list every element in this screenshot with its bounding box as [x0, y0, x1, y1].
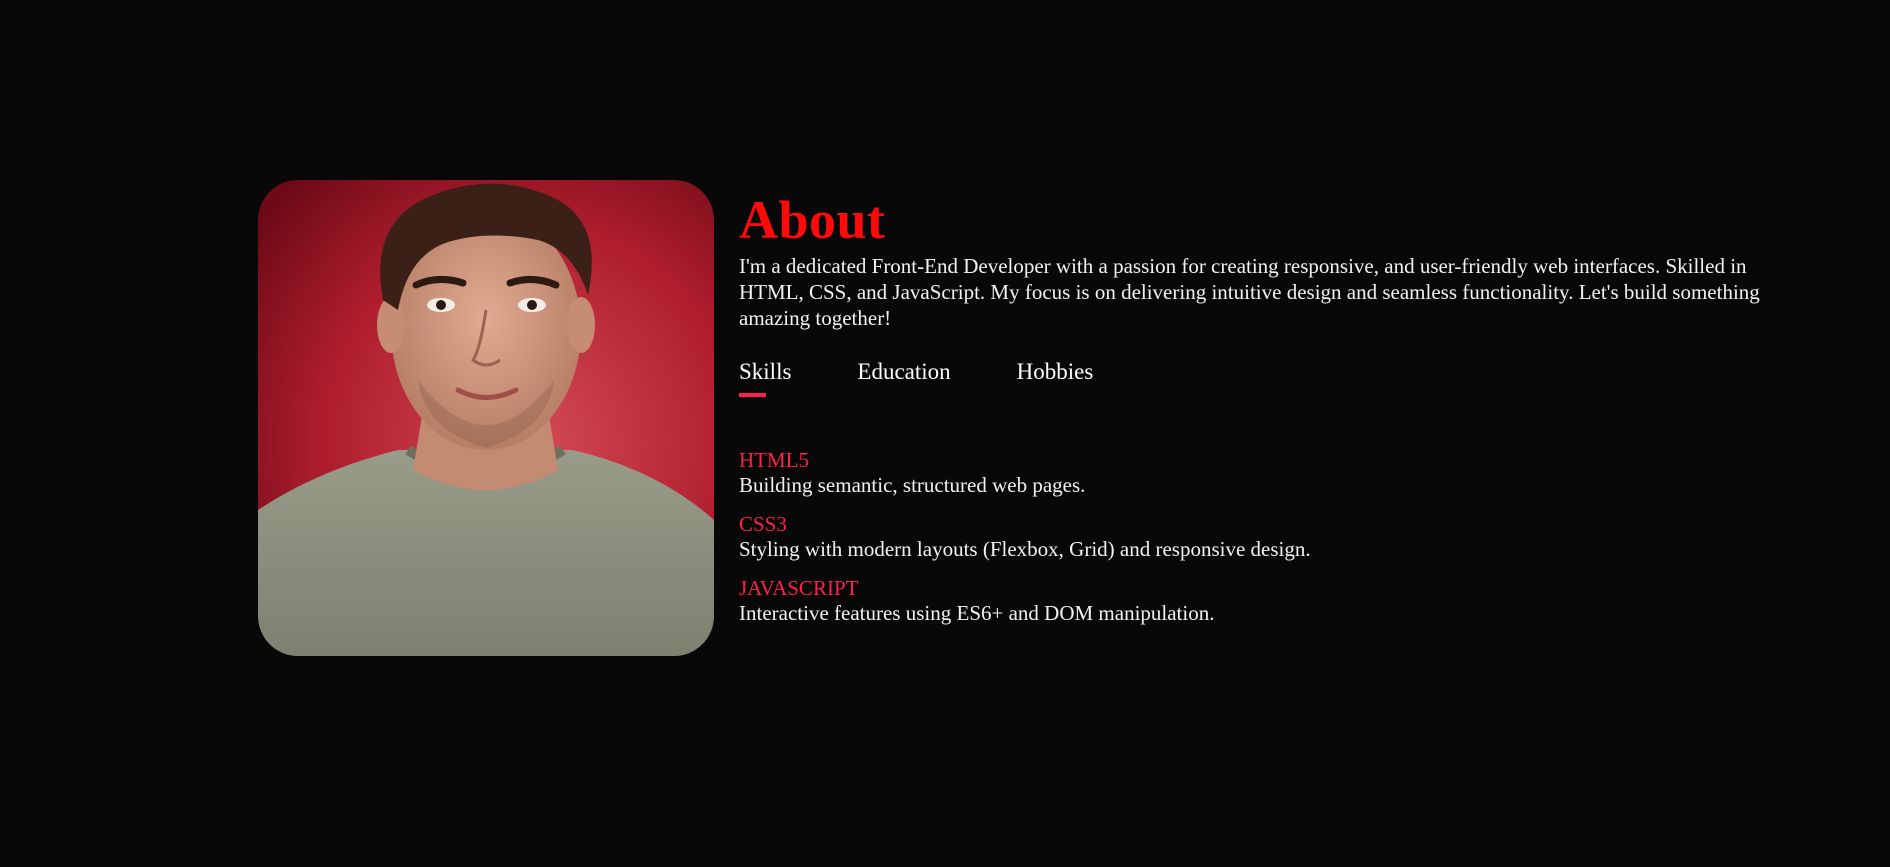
about-content: About I'm a dedicated Front-End Develope… [739, 180, 1779, 641]
about-section: About I'm a dedicated Front-End Develope… [258, 180, 1779, 656]
about-intro: I'm a dedicated Front-End Developer with… [739, 254, 1760, 330]
profile-photo-illustration [258, 180, 714, 656]
skill-description: Building semantic, structured web pages. [739, 473, 1086, 497]
tab-skills[interactable]: Skills [739, 359, 791, 397]
about-title: About [739, 190, 886, 250]
skills-list: HTML5 Building semantic, structured web … [739, 449, 1779, 626]
tab-hobbies[interactable]: Hobbies [1017, 359, 1094, 397]
skill-description: Styling with modern layouts (Flexbox, Gr… [739, 537, 1311, 561]
skill-name: HTML5 [739, 448, 809, 472]
skill-item-html5: HTML5 Building semantic, structured web … [739, 449, 1779, 498]
about-tabs: Skills Education Hobbies [739, 359, 1779, 397]
skill-item-css3: CSS3 Styling with modern layouts (Flexbo… [739, 513, 1779, 562]
skill-name: CSS3 [739, 512, 787, 536]
skill-description: Interactive features using ES6+ and DOM … [739, 601, 1215, 625]
skill-name: JAVASCRIPT [739, 576, 859, 600]
tab-education[interactable]: Education [857, 359, 950, 397]
skill-item-javascript: JAVASCRIPT Interactive features using ES… [739, 577, 1779, 626]
profile-photo [258, 180, 714, 656]
